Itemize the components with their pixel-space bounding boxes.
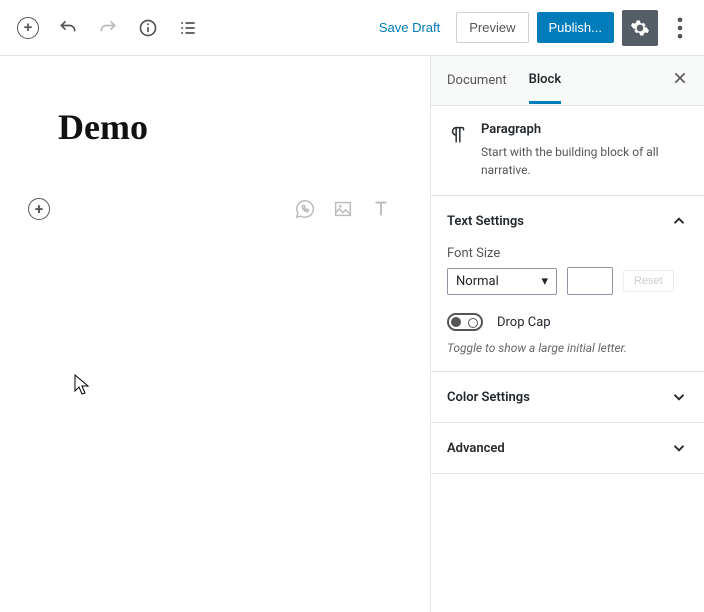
drop-cap-help-text: Toggle to show a large initial letter. bbox=[447, 341, 688, 355]
chevron-down-icon bbox=[670, 439, 688, 457]
outline-button[interactable] bbox=[170, 10, 206, 46]
top-toolbar: + Save Draft Preview Publish... bbox=[0, 0, 704, 56]
add-block-button[interactable]: + bbox=[10, 10, 46, 46]
color-settings-toggle[interactable]: Color Settings bbox=[431, 372, 704, 422]
redo-icon bbox=[98, 18, 118, 38]
advanced-toggle[interactable]: Advanced bbox=[431, 423, 704, 473]
dropdown-arrow-icon: ▾ bbox=[541, 274, 548, 289]
editor-canvas: Demo + bbox=[0, 56, 430, 612]
block-name-label: Paragraph bbox=[481, 122, 688, 137]
advanced-title: Advanced bbox=[447, 441, 505, 456]
more-vertical-icon bbox=[666, 14, 694, 42]
settings-button[interactable] bbox=[622, 10, 658, 46]
panel-color-settings: Color Settings bbox=[431, 372, 704, 423]
publish-button[interactable]: Publish... bbox=[537, 12, 614, 43]
close-sidebar-button[interactable] bbox=[672, 70, 688, 91]
font-size-number-input[interactable] bbox=[567, 267, 613, 295]
panel-text-settings: Text Settings Font Size Normal ▾ Reset bbox=[431, 196, 704, 372]
settings-sidebar: Document Block Paragraph Start with the … bbox=[430, 56, 704, 612]
inline-inserters bbox=[294, 198, 392, 220]
whatsapp-icon[interactable] bbox=[294, 198, 316, 220]
gear-icon bbox=[630, 18, 650, 38]
undo-icon bbox=[58, 18, 78, 38]
list-icon bbox=[178, 18, 198, 38]
font-size-label: Font Size bbox=[447, 246, 688, 261]
paragraph-icon bbox=[447, 124, 469, 146]
mouse-cursor-icon bbox=[74, 374, 90, 400]
font-size-value: Normal bbox=[456, 274, 499, 289]
text-settings-title: Text Settings bbox=[447, 214, 524, 229]
insert-block-button[interactable]: + bbox=[28, 198, 50, 220]
save-draft-button[interactable]: Save Draft bbox=[371, 12, 448, 43]
preview-button[interactable]: Preview bbox=[456, 12, 528, 43]
close-icon bbox=[672, 70, 688, 86]
text-settings-toggle[interactable]: Text Settings bbox=[431, 196, 704, 246]
drop-cap-label: Drop Cap bbox=[497, 315, 551, 330]
color-settings-title: Color Settings bbox=[447, 390, 530, 405]
drop-cap-toggle[interactable] bbox=[447, 313, 483, 331]
more-options-button[interactable] bbox=[666, 10, 694, 46]
info-button[interactable] bbox=[130, 10, 166, 46]
tab-document[interactable]: Document bbox=[447, 59, 507, 102]
panel-advanced: Advanced bbox=[431, 423, 704, 474]
post-title[interactable]: Demo bbox=[58, 106, 402, 148]
undo-button[interactable] bbox=[50, 10, 86, 46]
plus-circle-icon: + bbox=[17, 17, 39, 39]
paragraph-input[interactable] bbox=[68, 200, 294, 218]
tab-block[interactable]: Block bbox=[529, 58, 561, 104]
heading-icon[interactable] bbox=[370, 198, 392, 220]
chevron-up-icon bbox=[670, 212, 688, 230]
font-size-reset-button[interactable]: Reset bbox=[623, 270, 674, 292]
chevron-down-icon bbox=[670, 388, 688, 406]
info-icon bbox=[138, 18, 158, 38]
redo-button[interactable] bbox=[90, 10, 126, 46]
block-description: Start with the building block of all nar… bbox=[481, 143, 688, 179]
font-size-select[interactable]: Normal ▾ bbox=[447, 268, 557, 295]
image-icon[interactable] bbox=[332, 198, 354, 220]
